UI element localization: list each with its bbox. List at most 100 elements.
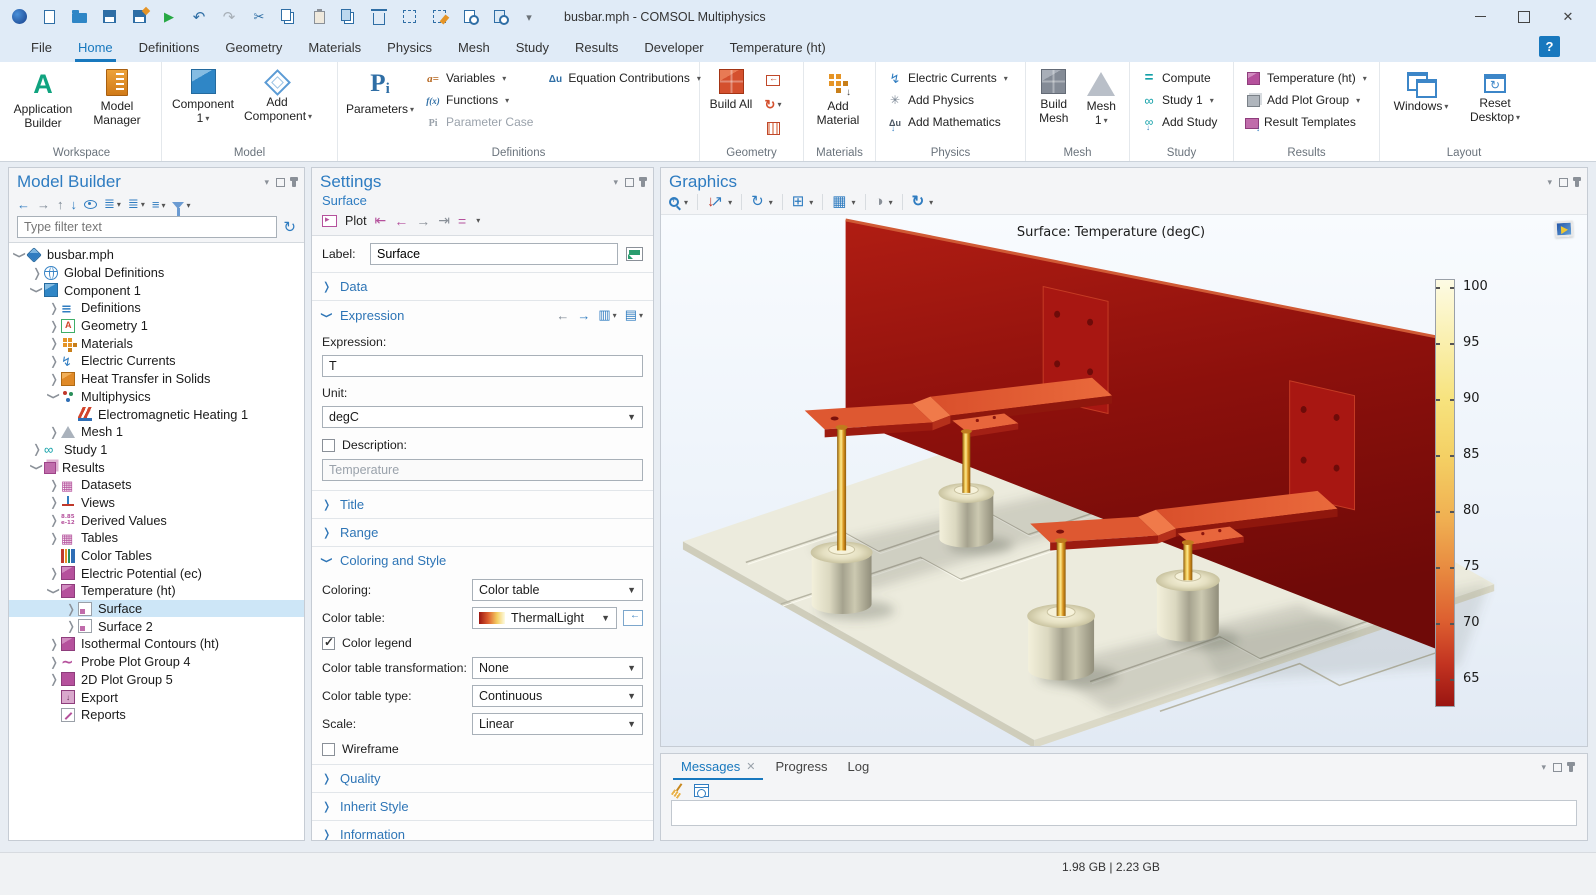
scale-select[interactable]: Linear▼ (472, 713, 643, 735)
perspective-button[interactable]: ⊞▾ (792, 194, 814, 210)
plot-in-icon[interactable]: = (458, 213, 466, 229)
plot-previous-icon[interactable]: ← (394, 213, 408, 229)
tree-item-global-definitions[interactable]: ❭Global Definitions (9, 264, 304, 282)
menu-tab-results[interactable]: Results (562, 33, 631, 62)
maximize-icon[interactable] (1502, 0, 1546, 33)
tree-item-derived-values[interactable]: ❭Derived Values (9, 511, 304, 529)
add-material-button[interactable]: Add Material (812, 67, 864, 128)
section-expression[interactable]: ❭Expression ← → ▥▾ ▤▾ (312, 300, 653, 329)
add-physics-button[interactable]: Add Physics (884, 92, 1011, 108)
plot-last-icon[interactable]: ⇥ (438, 212, 450, 229)
wireframe-checkbox[interactable] (322, 743, 335, 756)
new-file-button[interactable] (36, 5, 62, 29)
expander-icon[interactable]: ❭ (47, 672, 61, 686)
graphics-scene[interactable]: Surface: Temperature (degC) 100959085807… (661, 214, 1587, 746)
application-builder-button[interactable]: Application Builder (10, 67, 76, 131)
tree-item-tables[interactable]: ❭Tables (9, 529, 304, 547)
tree-item-definitions[interactable]: ❭Definitions (9, 299, 304, 317)
tree-item-materials[interactable]: ❭Materials (9, 334, 304, 352)
section-coloring-style[interactable]: ❭Coloring and Style (312, 546, 653, 574)
tree-item-multiphysics[interactable]: ❭Multiphysics (9, 388, 304, 406)
float-panel-icon[interactable] (276, 178, 285, 187)
float-panel-icon[interactable] (1553, 763, 1562, 772)
color-table-window-icon[interactable] (623, 610, 643, 626)
build-all-button[interactable]: Build All (708, 67, 754, 111)
clear-selection-button[interactable] (426, 5, 452, 29)
appearance-button[interactable]: ◑▾ (875, 194, 893, 210)
plot-icon[interactable] (322, 215, 337, 227)
pin-panel-icon[interactable] (1569, 762, 1573, 772)
zoom-button[interactable]: ▾ (669, 197, 688, 207)
tree-item-component-1[interactable]: ❭Component 1 (9, 281, 304, 299)
tree-item-busbar-mph[interactable]: ❭busbar.mph (9, 246, 304, 264)
pin-panel-icon[interactable] (1575, 177, 1579, 187)
delete-button[interactable] (366, 5, 392, 29)
close-icon[interactable] (1546, 0, 1590, 33)
rebuild-button[interactable]: ▾ (762, 94, 784, 114)
node-order-icon[interactable]: ≡▾ (152, 197, 166, 212)
expander-icon[interactable]: ❭ (47, 513, 61, 527)
close-tab-icon[interactable]: ✕ (746, 760, 755, 773)
functions-button[interactable]: Functions▾ (422, 92, 536, 108)
add-study-button[interactable]: Add Study (1138, 114, 1220, 130)
menu-tab-temperature-ht[interactable]: Temperature (ht) (717, 33, 839, 62)
panel-menu-icon[interactable]: ▾ (1547, 177, 1552, 188)
unit-select[interactable]: degC ▼ (322, 406, 643, 428)
expander-icon[interactable]: ❭ (64, 602, 78, 616)
menu-tab-file[interactable]: File (18, 33, 65, 62)
grid-button[interactable]: ▦▾ (832, 194, 855, 210)
duplicate-button[interactable] (336, 5, 362, 29)
study-1-button[interactable]: Study 1▾ (1138, 92, 1220, 108)
minimize-icon[interactable] (1458, 0, 1502, 33)
panel-menu-icon[interactable]: ▾ (613, 177, 618, 188)
description-input[interactable]: Temperature (322, 459, 643, 481)
forward-icon[interactable]: → (37, 197, 50, 212)
section-title[interactable]: ❭Title (312, 490, 653, 518)
expression-back-icon[interactable]: ← (556, 308, 569, 323)
menu-tab-geometry[interactable]: Geometry (212, 33, 295, 62)
copy-button[interactable] (276, 5, 302, 29)
messages-output[interactable] (671, 800, 1577, 826)
replace-expression-icon[interactable]: ▥▾ (598, 307, 616, 323)
expander-icon[interactable]: ❭ (47, 301, 61, 315)
parameter-case-button[interactable]: Parameter Case (422, 114, 536, 130)
tree-item-electric-potential-ec[interactable]: ❭Electric Potential (ec) (9, 564, 304, 582)
menu-tab-developer[interactable]: Developer (631, 33, 716, 62)
tree-item-study-1[interactable]: ❭Study 1 (9, 441, 304, 459)
open-file-button[interactable] (66, 5, 92, 29)
move-down-icon[interactable]: ↓ (71, 197, 78, 212)
windows-button[interactable]: Windows▾ (1388, 67, 1454, 113)
tree-item-probe-plot-group-4[interactable]: ❭Probe Plot Group 4 (9, 653, 304, 671)
section-data[interactable]: ❭Data (312, 272, 653, 300)
parameters-button[interactable]: Parameters▾ (346, 67, 414, 116)
expand-down-icon[interactable]: ≣▾ (128, 196, 145, 212)
undo-button[interactable] (186, 5, 212, 29)
tree-item-mesh-1[interactable]: ❭Mesh 1 (9, 423, 304, 441)
menu-tab-study[interactable]: Study (503, 33, 562, 62)
select-frame-button[interactable] (396, 5, 422, 29)
tab-progress[interactable]: Progress (765, 754, 837, 780)
menu-tab-materials[interactable]: Materials (295, 33, 374, 62)
description-checkbox[interactable] (322, 439, 335, 452)
plot-next-icon[interactable]: → (416, 213, 430, 229)
variables-button[interactable]: Variables▾ (422, 70, 536, 86)
expander-icon[interactable]: ❭ (47, 425, 61, 439)
tree-item-datasets[interactable]: ❭Datasets (9, 476, 304, 494)
add-plot-group-button[interactable]: Add Plot Group▾ (1242, 92, 1370, 108)
filter-icon[interactable]: ▾ (172, 197, 190, 212)
label-input[interactable] (370, 243, 618, 265)
float-panel-icon[interactable] (1559, 178, 1568, 187)
back-icon[interactable]: ← (17, 197, 30, 212)
plot-thumbnail-icon[interactable] (1555, 221, 1574, 238)
expression-input[interactable]: T (322, 355, 643, 377)
rotate-button[interactable]: ↻▾ (751, 194, 773, 210)
find2-button[interactable] (486, 5, 512, 29)
customize-toolbar-button[interactable] (516, 5, 542, 29)
float-panel-icon[interactable] (625, 178, 634, 187)
reset-desktop-button[interactable]: Reset Desktop▾ (1462, 67, 1528, 125)
pin-panel-icon[interactable] (641, 177, 645, 187)
app-logo-button[interactable] (6, 5, 32, 29)
expander-icon[interactable]: ❭ (47, 584, 61, 598)
expander-icon[interactable]: ❭ (47, 372, 61, 386)
tab-log[interactable]: Log (838, 754, 880, 780)
